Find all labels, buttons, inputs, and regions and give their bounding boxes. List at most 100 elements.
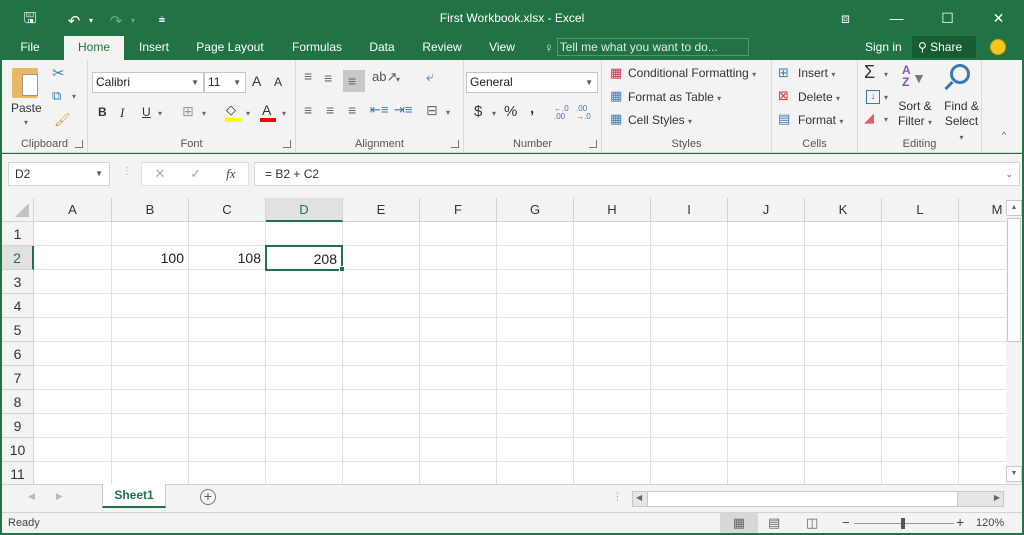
cell-e4[interactable] bbox=[343, 294, 420, 318]
increase-decimal-button[interactable]: ←.0 .00 bbox=[554, 105, 572, 121]
copy-dropdown[interactable]: ▾ bbox=[72, 92, 76, 101]
cell-e5[interactable] bbox=[343, 318, 420, 342]
row-header-3[interactable]: 3 bbox=[2, 270, 34, 294]
cell-h10[interactable] bbox=[574, 438, 651, 462]
scroll-right-icon[interactable]: ▶ bbox=[994, 493, 1000, 502]
column-header-a[interactable]: A bbox=[34, 198, 112, 222]
copy-icon[interactable]: ⧉ bbox=[52, 88, 61, 104]
cell-i9[interactable] bbox=[651, 414, 728, 438]
cell-f5[interactable] bbox=[420, 318, 497, 342]
fill-dropdown[interactable]: ▾ bbox=[884, 93, 888, 102]
cell-b1[interactable] bbox=[112, 222, 189, 246]
row-header-11[interactable]: 11 bbox=[2, 462, 34, 484]
cell-j6[interactable] bbox=[728, 342, 805, 366]
cell-f1[interactable] bbox=[420, 222, 497, 246]
cell-c8[interactable] bbox=[189, 390, 266, 414]
enter-icon[interactable]: ✓ bbox=[190, 166, 201, 182]
cell-b2[interactable]: 100 bbox=[112, 246, 189, 270]
cell-d4[interactable] bbox=[266, 294, 343, 318]
cell-b6[interactable] bbox=[112, 342, 189, 366]
cancel-icon[interactable]: ✕ bbox=[154, 166, 165, 182]
row-header-5[interactable]: 5 bbox=[2, 318, 34, 342]
cell-d6[interactable] bbox=[266, 342, 343, 366]
cell-l8[interactable] bbox=[882, 390, 959, 414]
column-header-d[interactable]: D bbox=[266, 198, 343, 222]
cell-h1[interactable] bbox=[574, 222, 651, 246]
scroll-up-icon[interactable]: ▲ bbox=[1006, 200, 1022, 216]
cell-k8[interactable] bbox=[805, 390, 882, 414]
alignment-launcher[interactable] bbox=[451, 140, 459, 148]
cell-e3[interactable] bbox=[343, 270, 420, 294]
select-all-button[interactable] bbox=[2, 198, 34, 222]
cell-a4[interactable] bbox=[34, 294, 112, 318]
cell-c4[interactable] bbox=[189, 294, 266, 318]
cell-j2[interactable] bbox=[728, 246, 805, 270]
font-color-button[interactable]: A bbox=[262, 102, 271, 118]
horizontal-scroll-thumb[interactable] bbox=[647, 492, 958, 506]
fill-color-icon[interactable]: ◇ bbox=[226, 102, 236, 118]
cell-b11[interactable] bbox=[112, 462, 189, 484]
cell-i11[interactable] bbox=[651, 462, 728, 484]
cell-j7[interactable] bbox=[728, 366, 805, 390]
cell-h7[interactable] bbox=[574, 366, 651, 390]
cell-f8[interactable] bbox=[420, 390, 497, 414]
format-painter-icon[interactable]: 🖌 bbox=[54, 112, 71, 128]
column-header-k[interactable]: K bbox=[805, 198, 882, 222]
cell-c9[interactable] bbox=[189, 414, 266, 438]
cell-j3[interactable] bbox=[728, 270, 805, 294]
cell-a7[interactable] bbox=[34, 366, 112, 390]
cell-m11[interactable] bbox=[959, 462, 1006, 484]
cell-g2[interactable] bbox=[497, 246, 574, 270]
cell-styles-button[interactable]: Cell Styles ▾ bbox=[628, 113, 692, 127]
italic-button[interactable]: I bbox=[120, 105, 124, 121]
cell-d11[interactable] bbox=[266, 462, 343, 484]
cell-d1[interactable] bbox=[266, 222, 343, 246]
top-align-icon[interactable]: ≡ bbox=[304, 68, 312, 84]
cell-m9[interactable] bbox=[959, 414, 1006, 438]
format-cells-button[interactable]: Format ▾ bbox=[798, 113, 843, 127]
cell-i8[interactable] bbox=[651, 390, 728, 414]
cell-i6[interactable] bbox=[651, 342, 728, 366]
cell-h2[interactable] bbox=[574, 246, 651, 270]
cell-d7[interactable] bbox=[266, 366, 343, 390]
cell-i3[interactable] bbox=[651, 270, 728, 294]
cell-c7[interactable] bbox=[189, 366, 266, 390]
row-header-8[interactable]: 8 bbox=[2, 390, 34, 414]
cell-g1[interactable] bbox=[497, 222, 574, 246]
bold-button[interactable]: B bbox=[98, 105, 107, 119]
autosum-button[interactable]: Σ bbox=[864, 62, 875, 83]
horizontal-scrollbar[interactable]: ◀ ▶ bbox=[632, 491, 1004, 507]
cell-a3[interactable] bbox=[34, 270, 112, 294]
autosum-dropdown[interactable]: ▾ bbox=[884, 70, 888, 79]
cell-b8[interactable] bbox=[112, 390, 189, 414]
cell-l3[interactable] bbox=[882, 270, 959, 294]
cell-e6[interactable] bbox=[343, 342, 420, 366]
cut-icon[interactable]: ✂ bbox=[52, 64, 65, 82]
normal-view-button[interactable]: ▦ bbox=[720, 513, 758, 534]
cell-g9[interactable] bbox=[497, 414, 574, 438]
merge-dropdown[interactable]: ▾ bbox=[446, 108, 450, 117]
percent-button[interactable]: % bbox=[504, 103, 517, 120]
cell-l9[interactable] bbox=[882, 414, 959, 438]
cell-c1[interactable] bbox=[189, 222, 266, 246]
underline-button[interactable]: U bbox=[142, 105, 151, 119]
cell-a2[interactable] bbox=[34, 246, 112, 270]
cell-a6[interactable] bbox=[34, 342, 112, 366]
cell-c3[interactable] bbox=[189, 270, 266, 294]
cell-c10[interactable] bbox=[189, 438, 266, 462]
underline-dropdown[interactable]: ▾ bbox=[158, 109, 162, 118]
cell-f9[interactable] bbox=[420, 414, 497, 438]
row-header-9[interactable]: 9 bbox=[2, 414, 34, 438]
cell-k2[interactable] bbox=[805, 246, 882, 270]
cell-b3[interactable] bbox=[112, 270, 189, 294]
cell-h6[interactable] bbox=[574, 342, 651, 366]
cell-l2[interactable] bbox=[882, 246, 959, 270]
cell-g5[interactable] bbox=[497, 318, 574, 342]
expand-formula-bar-icon[interactable]: ⌄ bbox=[1005, 163, 1013, 185]
maximize-button[interactable]: ☐ bbox=[922, 0, 973, 36]
cell-f11[interactable] bbox=[420, 462, 497, 484]
column-header-e[interactable]: E bbox=[343, 198, 420, 222]
scroll-left-icon[interactable]: ◀ bbox=[636, 493, 642, 502]
cell-d3[interactable] bbox=[266, 270, 343, 294]
cell-i5[interactable] bbox=[651, 318, 728, 342]
